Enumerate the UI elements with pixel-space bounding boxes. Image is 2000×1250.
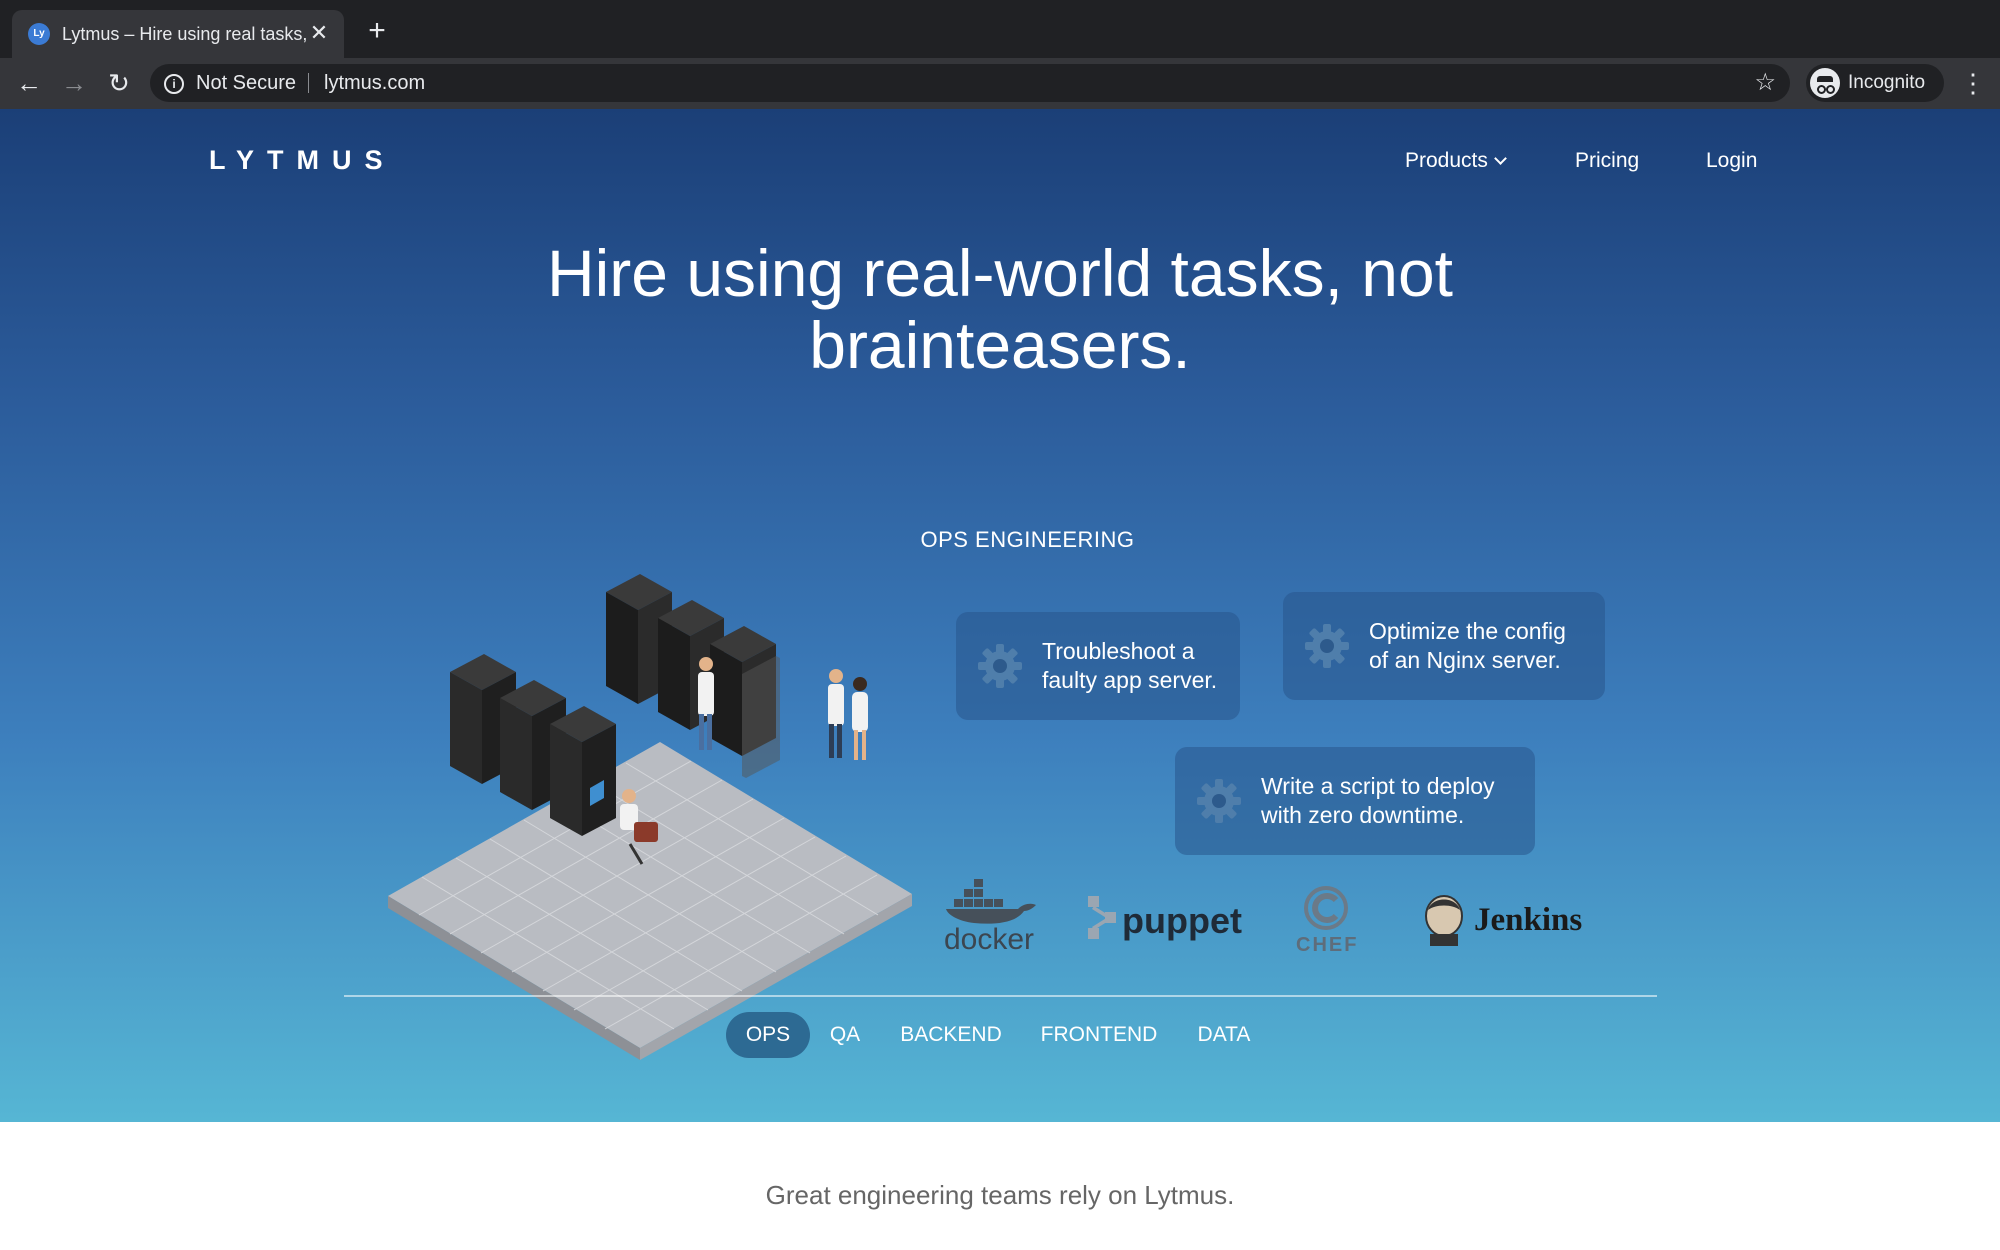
nav-pricing[interactable]: Pricing [1575,149,1639,173]
incognito-icon [1810,68,1840,98]
task-card-2[interactable]: Optimize the config of an Nginx server. [1283,592,1605,700]
task-text: Write a script to deploy with zero downt… [1261,773,1495,828]
gear-icon [1305,624,1349,668]
hero-section: LYTMUS Products Pricing Login Hire using… [0,109,2000,1122]
star-icon[interactable]: ☆ [1754,69,1776,97]
address-bar[interactable]: i Not Secure lytmus.com ☆ [150,64,1790,102]
chef-logo: CHEF [1290,884,1365,964]
forward-arrow-icon[interactable]: → [57,66,91,100]
docker-whale-icon [946,879,1036,924]
section-label: OPS ENGINEERING [920,527,1135,552]
info-icon[interactable]: i [164,74,184,94]
url-text[interactable]: lytmus.com [324,72,425,94]
gear-icon [978,644,1022,688]
jenkins-label: Jenkins [1474,902,1583,938]
gear-icon [1197,779,1241,823]
section-divider [344,995,1657,997]
puppet-label: puppet [1122,900,1242,941]
headline-line-1: Hire using real-world tasks, not [546,236,1454,310]
security-label[interactable]: Not Secure [196,72,296,94]
nav-products-label: Products [1405,149,1488,172]
favicon-icon: Ly [28,23,50,45]
headline-line-2: brainteasers. [809,308,1191,382]
puppet-icon [1088,896,1116,939]
task-card-1[interactable]: Troubleshoot a faulty app server. [956,612,1240,720]
browser-toolbar: ← → ↻ i Not Secure lytmus.com ☆ Incognit… [0,58,2000,109]
page-headline: Hire using real-world tasks, not brainte… [0,237,2000,381]
tab-data[interactable]: DATA [1188,1012,1260,1058]
site-logo[interactable]: LYTMUS [209,145,396,176]
incognito-label: Incognito [1848,72,1926,93]
browser-tab-bar: Ly Lytmus – Hire using real tasks, ✕ + [0,0,2000,58]
plus-icon[interactable]: + [362,16,392,46]
tab-ops[interactable]: OPS [726,1012,810,1058]
chef-label: CHEF [1296,934,1359,956]
chevron-down-icon [1494,152,1507,165]
close-icon[interactable]: ✕ [306,20,332,46]
back-arrow-icon[interactable]: ← [12,66,46,100]
task-card-3[interactable]: Write a script to deploy with zero downt… [1175,747,1535,855]
chef-icon [1304,886,1348,930]
more-vert-icon[interactable]: ⋮ [1960,66,1986,100]
docker-logo: docker [944,879,1039,959]
docker-label: docker [944,923,1035,956]
tab-backend[interactable]: BACKEND [892,1012,1010,1058]
omnibox-divider [308,73,309,93]
tab-title: Lytmus – Hire using real tasks, [62,24,308,44]
task-text: Optimize the config of an Nginx server. [1369,618,1566,673]
reload-icon[interactable]: ↻ [102,66,136,100]
nav-products[interactable]: Products [1405,149,1507,173]
browser-tab[interactable]: Ly Lytmus – Hire using real tasks, ✕ [12,10,344,58]
jenkins-butler-icon [1425,895,1463,946]
task-text: Troubleshoot a faulty app server. [1042,638,1218,693]
tagline: Great engineering teams rely on Lytmus. [765,1180,1235,1210]
jenkins-logo: Jenkins [1422,894,1622,954]
nav-login[interactable]: Login [1706,149,1757,173]
incognito-badge[interactable]: Incognito [1806,64,1944,102]
puppet-logo: puppet [1086,892,1246,952]
tab-frontend[interactable]: FRONTEND [1032,1012,1166,1058]
tab-qa[interactable]: QA [820,1012,870,1058]
server-room-illustration [388,574,912,1060]
